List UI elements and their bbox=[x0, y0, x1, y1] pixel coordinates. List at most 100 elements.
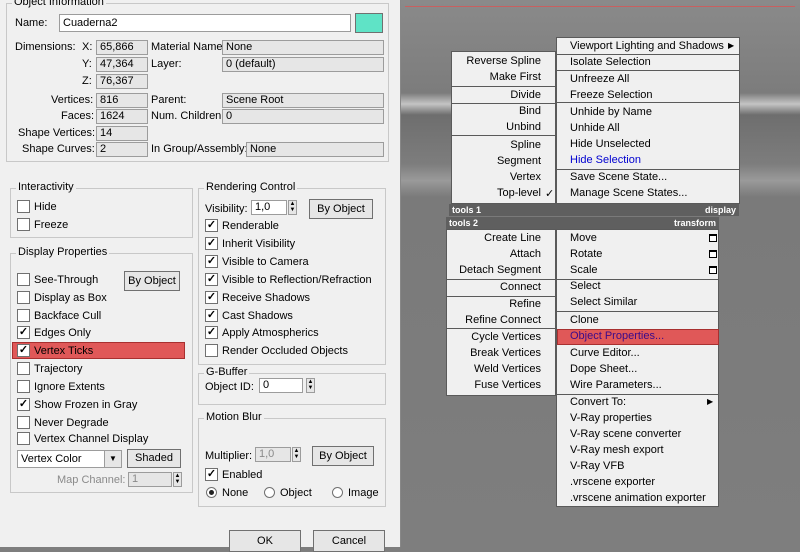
transform-item-object-properties[interactable]: Object Properties... bbox=[570, 330, 664, 342]
transform-item-move[interactable]: Move bbox=[570, 232, 597, 244]
transform-item-select[interactable]: Select bbox=[570, 280, 601, 292]
tools1-item-spline[interactable]: Spline bbox=[510, 139, 541, 151]
freeze-label: Freeze bbox=[34, 219, 69, 231]
visible-to-camera-checkbox[interactable]: ✓ bbox=[205, 255, 218, 268]
display-item-unhide-all[interactable]: Unhide All bbox=[570, 122, 620, 134]
rendering-by-object-button[interactable]: By Object bbox=[309, 199, 373, 219]
tools1-item-vertex[interactable]: Vertex bbox=[510, 171, 541, 183]
inherit-visibility-checkbox[interactable]: ✓ bbox=[205, 237, 218, 250]
display-item-unhide-by-name[interactable]: Unhide by Name bbox=[570, 106, 652, 118]
display-by-object-button[interactable]: By Object bbox=[124, 271, 180, 291]
transform-item-vrscene-exporter[interactable]: .vrscene exporter bbox=[570, 476, 655, 488]
tools1-item-make-first[interactable]: Make First bbox=[490, 71, 541, 83]
transform-item-convert-to[interactable]: Convert To: bbox=[570, 396, 626, 408]
transform-item-curve-editor[interactable]: Curve Editor... bbox=[570, 347, 640, 359]
vertices-label: Vertices: bbox=[51, 94, 94, 106]
rendering-control-legend: Rendering Control bbox=[204, 181, 298, 193]
transform-item-dope-sheet[interactable]: Dope Sheet... bbox=[570, 363, 637, 375]
tools2-item-create-line[interactable]: Create Line bbox=[484, 232, 541, 244]
transform-item-wire-parameters[interactable]: Wire Parameters... bbox=[570, 379, 662, 391]
tools2-item-break-vertices[interactable]: Break Vertices bbox=[470, 347, 541, 359]
window-settings-icon[interactable] bbox=[709, 234, 717, 242]
visibility-field[interactable]: 1,0 bbox=[251, 200, 287, 215]
tools2-item-fuse-vertices[interactable]: Fuse Vertices bbox=[474, 379, 541, 391]
tools2-item-refine-connect[interactable]: Refine Connect bbox=[465, 314, 541, 326]
multiplier-spinner-icon[interactable]: ▲ ▼ bbox=[292, 447, 301, 462]
tools2-item-cycle-vertices[interactable]: Cycle Vertices bbox=[471, 331, 541, 343]
tools2-item-attach[interactable]: Attach bbox=[510, 248, 541, 260]
display-item-hide-unselected[interactable]: Hide Unselected bbox=[570, 138, 651, 150]
object-properties-dialog: Object Information Name: Cuaderna2 Dimen… bbox=[0, 0, 401, 552]
check-icon: ✓ bbox=[545, 188, 555, 200]
motion-by-object-button[interactable]: By Object bbox=[312, 446, 374, 466]
material-name-value: None bbox=[222, 40, 384, 55]
tools2-item-detach-segment[interactable]: Detach Segment bbox=[459, 264, 541, 276]
tools1-item-bind[interactable]: Bind bbox=[519, 105, 541, 117]
renderable-checkbox[interactable]: ✓ bbox=[205, 219, 218, 232]
vertex-channel-display-label: Vertex Channel Display bbox=[34, 433, 149, 445]
transform-item-v-ray-scene-converter[interactable]: V-Ray scene converter bbox=[570, 428, 681, 440]
ignore-extents-checkbox[interactable] bbox=[17, 380, 30, 393]
shape-vertices-label: Shape Vertices: bbox=[18, 127, 96, 139]
show-frozen-in-gray-checkbox[interactable]: ✓ bbox=[17, 398, 30, 411]
display-separator bbox=[557, 70, 739, 71]
never-degrade-checkbox[interactable] bbox=[17, 416, 30, 429]
tools2-item-weld-vertices[interactable]: Weld Vertices bbox=[474, 363, 541, 375]
display-item-isolate-selection[interactable]: Isolate Selection bbox=[570, 56, 651, 68]
shaded-button[interactable]: Shaded bbox=[127, 449, 181, 468]
motion-object-radio[interactable] bbox=[264, 487, 275, 498]
vertex-channel-display-checkbox[interactable] bbox=[17, 432, 30, 445]
apply-atmospherics-checkbox[interactable]: ✓ bbox=[205, 326, 218, 339]
vertex-ticks-checkbox[interactable]: ✓ bbox=[17, 344, 30, 357]
see-through-checkbox[interactable] bbox=[17, 273, 30, 286]
cancel-button[interactable]: Cancel bbox=[313, 530, 385, 552]
tools1-item-reverse-spline[interactable]: Reverse Spline bbox=[466, 55, 541, 67]
tools1-item-unbind[interactable]: Unbind bbox=[506, 121, 541, 133]
backface-cull-checkbox[interactable] bbox=[17, 309, 30, 322]
tools1-item-top-level[interactable]: Top-level bbox=[497, 187, 541, 199]
render-occluded-objects-checkbox[interactable] bbox=[205, 344, 218, 357]
tools2-item-connect[interactable]: Connect bbox=[500, 281, 541, 293]
transform-item-v-ray-vfb[interactable]: V-Ray VFB bbox=[570, 460, 624, 472]
transform-item-select-similar[interactable]: Select Similar bbox=[570, 296, 637, 308]
display-item-hide-selection[interactable]: Hide Selection bbox=[570, 154, 641, 166]
display-item-viewport-lighting-and-shadows[interactable]: Viewport Lighting and Shadows bbox=[570, 40, 724, 52]
trajectory-checkbox[interactable] bbox=[17, 362, 30, 375]
name-field[interactable]: Cuaderna2 bbox=[59, 14, 351, 32]
transform-item-scale[interactable]: Scale bbox=[570, 264, 598, 276]
motion-none-radio[interactable] bbox=[206, 487, 217, 498]
freeze-checkbox[interactable] bbox=[17, 218, 30, 231]
visibility-spinner-icon[interactable]: ▲ ▼ bbox=[288, 200, 297, 215]
transform-item-v-ray-mesh-export[interactable]: V-Ray mesh export bbox=[570, 444, 664, 456]
map-channel-spinner-icon[interactable]: ▲ ▼ bbox=[173, 472, 182, 487]
multiplier-field[interactable]: 1,0 bbox=[255, 447, 291, 462]
transform-item-vrscene-animation-exporter[interactable]: .vrscene animation exporter bbox=[570, 492, 706, 504]
receive-shadows-checkbox[interactable]: ✓ bbox=[205, 291, 218, 304]
transform-item-clone[interactable]: Clone bbox=[570, 314, 599, 326]
motion-image-radio[interactable] bbox=[332, 487, 343, 498]
display-as-box-checkbox[interactable] bbox=[17, 291, 30, 304]
window-settings-icon[interactable] bbox=[709, 266, 717, 274]
tools2-item-refine[interactable]: Refine bbox=[509, 298, 541, 310]
map-channel-value[interactable]: 1 bbox=[128, 472, 172, 487]
window-settings-icon[interactable] bbox=[709, 250, 717, 258]
tools1-item-segment[interactable]: Segment bbox=[497, 155, 541, 167]
object-id-field[interactable]: 0 bbox=[259, 378, 303, 393]
transform-item-v-ray-properties[interactable]: V-Ray properties bbox=[570, 412, 652, 424]
display-item-save-scene-state[interactable]: Save Scene State... bbox=[570, 171, 667, 183]
hide-checkbox[interactable] bbox=[17, 200, 30, 213]
tools1-item-divide[interactable]: Divide bbox=[510, 89, 541, 101]
chevron-down-icon[interactable]: ▼ bbox=[104, 451, 121, 467]
enabled-checkbox[interactable]: ✓ bbox=[205, 468, 218, 481]
transform-item-rotate[interactable]: Rotate bbox=[570, 248, 602, 260]
object-id-spinner-icon[interactable]: ▲ ▼ bbox=[306, 378, 315, 393]
display-item-freeze-selection[interactable]: Freeze Selection bbox=[570, 89, 653, 101]
visible-to-reflection-refraction-checkbox[interactable]: ✓ bbox=[205, 273, 218, 286]
cast-shadows-checkbox[interactable]: ✓ bbox=[205, 309, 218, 322]
object-color-swatch[interactable] bbox=[355, 13, 383, 33]
edges-only-checkbox[interactable]: ✓ bbox=[17, 326, 30, 339]
motion-none-label: None bbox=[222, 487, 249, 499]
display-item-manage-scene-states[interactable]: Manage Scene States... bbox=[570, 187, 687, 199]
display-item-unfreeze-all[interactable]: Unfreeze All bbox=[570, 73, 629, 85]
ok-button[interactable]: OK bbox=[229, 530, 301, 552]
